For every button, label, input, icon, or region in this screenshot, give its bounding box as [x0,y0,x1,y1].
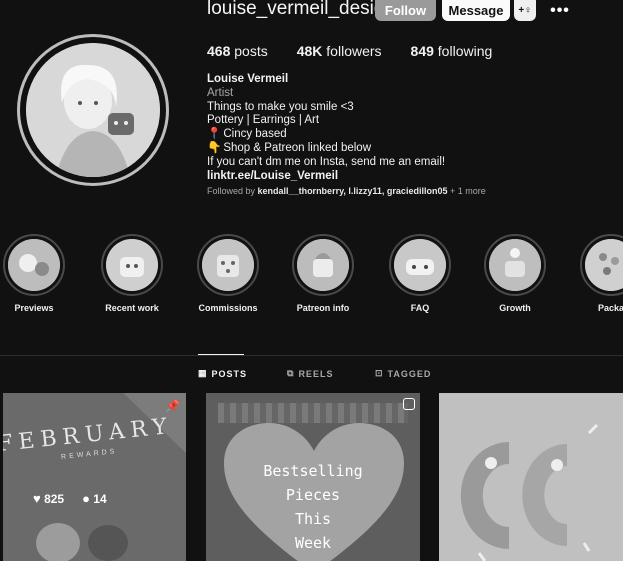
highlight-cover [489,239,541,291]
highlight-cover [394,239,446,291]
pegboard-background [218,403,408,423]
reel-icon [403,398,415,410]
bio-line: If you can't dm me on Insta, send me an … [207,155,446,168]
grid-icon: ▦ [198,368,208,378]
profile-category: Artist [207,86,234,99]
highlight-previews[interactable]: Previews [3,234,65,313]
post-caption: Bestselling Pieces This Week [263,462,363,552]
bio-line: Things to make you smile <3 [207,100,354,113]
message-button[interactable]: Message [442,0,510,21]
follow-button[interactable]: Follow [375,0,436,21]
highlight-cover [8,239,60,291]
highlight-cover [585,239,623,291]
highlight-growth[interactable]: Growth [484,234,546,313]
tabs-divider [0,355,623,356]
highlight-packaging[interactable]: Packag [580,234,623,313]
bio-line: 👇 Shop & Patreon linked below [207,141,372,154]
bio-link[interactable]: linktr.ee/Louise_Vermeil [207,170,597,184]
post-tile[interactable]: FEBRUARY REWARDS 📌 ♥ 825 ● 14 [3,393,186,561]
followed-by[interactable]: Followed by kendall__thornberry, l.lizzy… [207,186,486,196]
likes-count: 825 [44,492,65,506]
bio-line: Pottery | Earrings | Art [207,114,320,127]
heart-icon: ♥ [33,491,41,506]
tab-tagged[interactable]: ⊡ TAGGED [375,368,431,379]
more-options-icon[interactable]: ••• [548,0,572,21]
tab-posts[interactable]: ▦ POSTS [198,368,247,379]
location-pin-icon: 📍 [207,128,222,141]
post-tile[interactable] [439,393,623,561]
tagged-icon: ⊡ [375,368,384,378]
profile-page: louise_vermeil_designs Follow Message +♀… [0,0,623,561]
reels-icon: ⧉ [287,368,295,378]
tab-reels[interactable]: ⧉ REELS [287,368,333,379]
hand-pointing-down-icon: 👇 [207,141,222,154]
post-tile[interactable]: Bestselling Pieces This Week [206,393,420,561]
highlight-faq[interactable]: FAQ [389,234,451,313]
highlight-cover [106,239,158,291]
post-image [439,393,623,561]
posts-count: 468 posts [207,43,268,59]
comments-count: 14 [93,492,107,506]
highlight-recent-work[interactable]: Recent work [101,234,163,313]
following-count[interactable]: 849 following [411,43,493,59]
highlight-commissions[interactable]: Commissions [197,234,259,313]
add-user-icon[interactable]: +♀ [514,0,536,21]
highlight-patreon-info[interactable]: Patreon info [292,234,354,313]
profile-stats: 468 posts 48K followers 849 following [207,43,521,59]
post-hover-stats: ♥ 825 ● 14 [33,491,107,506]
highlight-cover [202,239,254,291]
profile-bio: Louise Vermeil Artist Things to make you… [207,73,597,183]
highlight-cover [297,239,349,291]
comment-icon: ● [82,491,90,506]
pinned-icon: 📌 [165,399,180,413]
active-tab-indicator [198,354,244,355]
bio-line: 📍 Cincy based [207,128,287,141]
avatar[interactable] [26,43,160,177]
profile-full-name: Louise Vermeil [207,73,289,85]
followers-count[interactable]: 48K followers [297,43,382,59]
